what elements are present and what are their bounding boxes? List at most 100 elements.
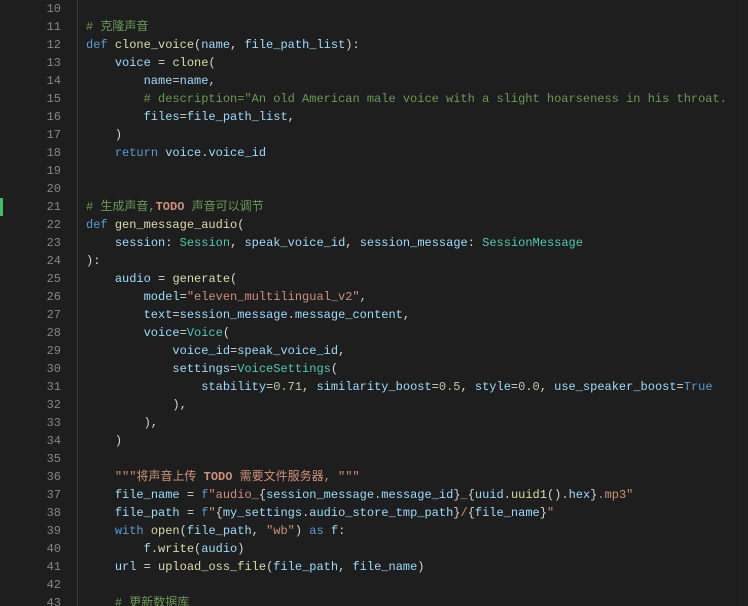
token-punct (86, 236, 115, 250)
code-line[interactable]: def gen_message_audio( (86, 216, 738, 234)
code-line[interactable]: ), (86, 414, 738, 432)
code-line[interactable] (86, 576, 738, 594)
token-cmt: # description="An old American male voic… (144, 92, 727, 106)
token-str: "audio_ (208, 488, 258, 502)
token-punct (86, 362, 172, 376)
code-line[interactable]: ): (86, 252, 738, 270)
code-editor[interactable]: 1011121314151617181920212223242526272829… (0, 0, 748, 606)
token-str: " (547, 506, 554, 520)
token-id: hex (569, 488, 591, 502)
token-kw: def (86, 218, 108, 232)
token-cmt: # 生成声音, (86, 200, 156, 214)
token-punct: , (338, 560, 352, 574)
token-fn: generate (172, 272, 230, 286)
code-line[interactable]: audio = generate( (86, 270, 738, 288)
token-id: model (144, 290, 180, 304)
code-line[interactable]: ), (86, 396, 738, 414)
token-punct: ) (115, 128, 122, 142)
token-punct (86, 542, 144, 556)
code-line[interactable]: voice = clone( (86, 54, 738, 72)
line-number: 26 (14, 288, 61, 306)
token-id: speak_voice_id (244, 236, 345, 250)
token-id: name (144, 74, 173, 88)
code-line[interactable]: # description="An old American male voic… (86, 90, 738, 108)
token-punct: . (151, 542, 158, 556)
token-id: session_message (180, 308, 288, 322)
code-area[interactable]: # 克隆声音def clone_voice(name, file_path_li… (78, 0, 738, 606)
line-number: 34 (14, 432, 61, 450)
token-id: session_message (360, 236, 468, 250)
token-id: file_path (115, 506, 180, 520)
code-line[interactable]: session: Session, speak_voice_id, sessio… (86, 234, 738, 252)
line-number: 18 (14, 144, 61, 162)
token-id: voice_id (208, 146, 266, 160)
token-punct: ( (230, 272, 237, 286)
code-line[interactable]: return voice.voice_id (86, 144, 738, 162)
token-str: "wb" (266, 524, 295, 538)
token-const: True (684, 380, 713, 394)
token-id: voice (165, 146, 201, 160)
token-punct: , (360, 290, 367, 304)
token-id: my_settings (223, 506, 302, 520)
code-line[interactable]: f.write(audio) (86, 540, 738, 558)
code-line[interactable]: # 更新数据库 (86, 594, 738, 606)
token-fn: upload_oss_file (158, 560, 266, 574)
line-number: 28 (14, 324, 61, 342)
code-line[interactable]: ) (86, 432, 738, 450)
token-punct: , (460, 380, 474, 394)
token-fn: uuid1 (511, 488, 547, 502)
token-punct: , (252, 524, 266, 538)
code-line[interactable]: name=name, (86, 72, 738, 90)
token-punct: = (136, 560, 158, 574)
code-line[interactable]: voice=Voice( (86, 324, 738, 342)
token-punct: = (180, 290, 187, 304)
code-line[interactable]: text=session_message.message_content, (86, 306, 738, 324)
token-str: """将声音上传 (115, 470, 204, 484)
code-line[interactable]: voice_id=speak_voice_id, (86, 342, 738, 360)
token-id: f (144, 542, 151, 556)
token-id: stability (201, 380, 266, 394)
token-id: url (115, 560, 137, 574)
code-line[interactable]: file_name = f"audio_{session_message.mes… (86, 486, 738, 504)
token-punct (86, 560, 115, 574)
token-id: similarity_boost (316, 380, 431, 394)
token-punct: } (540, 506, 547, 520)
code-line[interactable]: url = upload_oss_file(file_path, file_na… (86, 558, 738, 576)
code-line[interactable]: with open(file_path, "wb") as f: (86, 522, 738, 540)
code-line[interactable]: """将声音上传 TODO 需要文件服务器, """ (86, 468, 738, 486)
code-line[interactable]: def clone_voice(name, file_path_list): (86, 36, 738, 54)
code-line[interactable] (86, 0, 738, 18)
token-id: voice (144, 326, 180, 340)
token-punct: { (259, 488, 266, 502)
line-number: 35 (14, 450, 61, 468)
token-id: uuid (475, 488, 504, 502)
code-line[interactable]: model="eleven_multilingual_v2", (86, 288, 738, 306)
gutter-diff-added-icon (0, 198, 3, 216)
token-id: session_message (266, 488, 374, 502)
token-id: audio (201, 542, 237, 556)
code-line[interactable]: file_path = f"{my_settings.audio_store_t… (86, 504, 738, 522)
code-line[interactable] (86, 180, 738, 198)
code-line[interactable]: # 克隆声音 (86, 18, 738, 36)
token-punct: . (504, 488, 511, 502)
code-line[interactable] (86, 450, 738, 468)
minimap[interactable] (738, 0, 748, 606)
line-number: 21 (14, 198, 61, 216)
token-type: VoiceSettings (237, 362, 331, 376)
code-line[interactable]: # 生成声音,TODO 声音可以调节 (86, 198, 738, 216)
line-number: 17 (14, 126, 61, 144)
code-line[interactable] (86, 162, 738, 180)
line-number: 30 (14, 360, 61, 378)
token-punct: = (151, 272, 173, 286)
code-line[interactable]: stability=0.71, similarity_boost=0.5, st… (86, 378, 738, 396)
token-punct: , (540, 380, 554, 394)
token-punct (108, 218, 115, 232)
code-line[interactable]: settings=VoiceSettings( (86, 360, 738, 378)
token-punct (86, 92, 144, 106)
token-str: "eleven_multilingual_v2" (187, 290, 360, 304)
code-line[interactable]: files=file_path_list, (86, 108, 738, 126)
code-line[interactable]: ) (86, 126, 738, 144)
token-punct: , (302, 380, 316, 394)
token-todo: TODO (204, 470, 233, 484)
line-number: 24 (14, 252, 61, 270)
